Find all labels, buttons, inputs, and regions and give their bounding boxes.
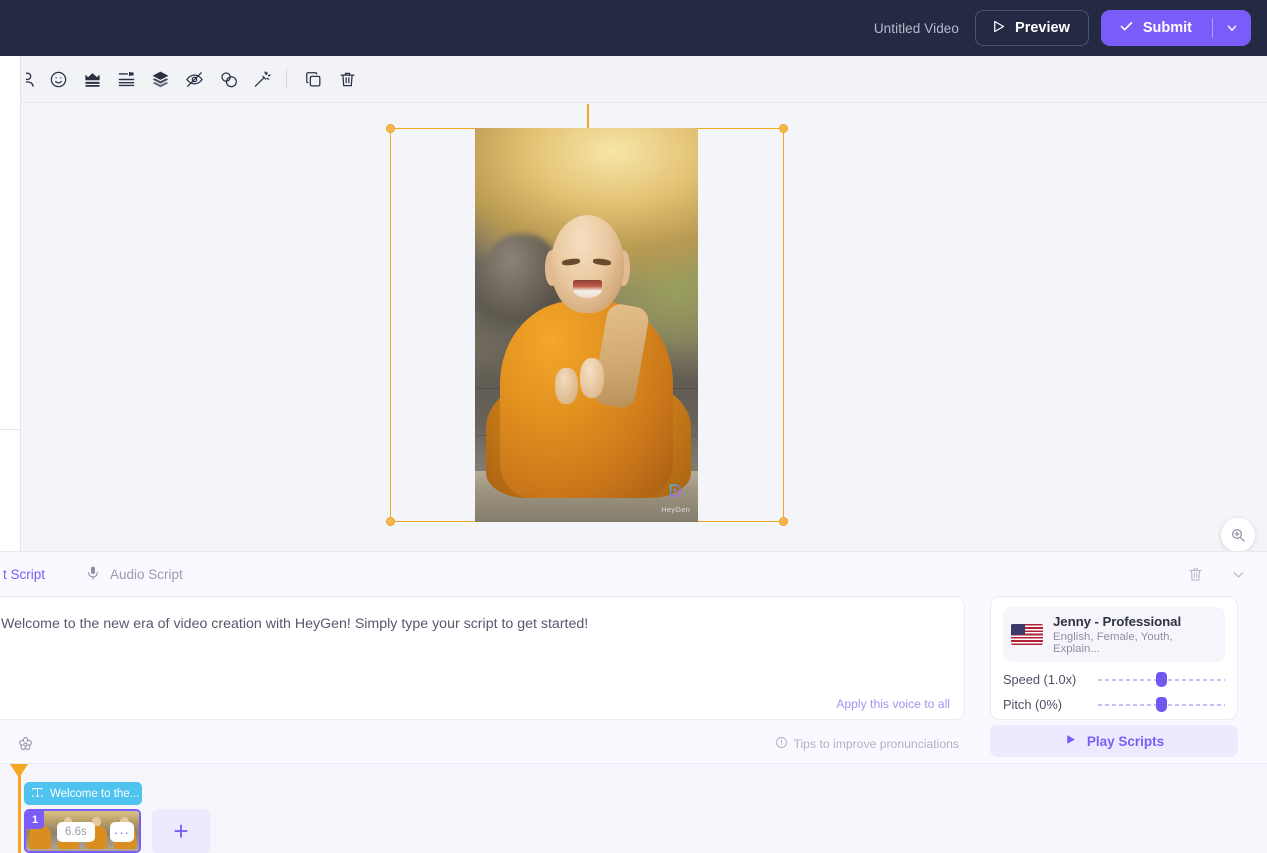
collapse-chevron-down-icon[interactable] bbox=[1230, 566, 1247, 583]
hand-left bbox=[555, 368, 577, 403]
magic-wand-icon[interactable] bbox=[246, 63, 278, 95]
submit-button-main[interactable]: Submit bbox=[1101, 10, 1212, 46]
voice-meta: English, Female, Youth, Explain... bbox=[1053, 631, 1217, 655]
ai-assistant-icon[interactable] bbox=[16, 735, 35, 754]
timeline-panel[interactable]: Welcome to the... 1 6.6s ··· + bbox=[0, 763, 1267, 853]
play-scripts-button[interactable]: Play Scripts bbox=[990, 725, 1238, 757]
mouth bbox=[573, 280, 602, 298]
us-flag-icon bbox=[1011, 624, 1043, 645]
pitch-label: Pitch (0%) bbox=[1003, 697, 1098, 712]
submit-button[interactable]: Submit bbox=[1101, 10, 1251, 46]
scene-duration-badge: 6.6s bbox=[57, 822, 95, 842]
speed-slider[interactable] bbox=[1098, 673, 1225, 687]
submit-dropdown-button[interactable] bbox=[1213, 10, 1251, 46]
emoji-icon[interactable] bbox=[42, 63, 74, 95]
top-bar: Untitled Video Preview Submit bbox=[0, 0, 1267, 56]
play-scripts-label: Play Scripts bbox=[1087, 734, 1164, 749]
script-text[interactable]: Welcome to the new era of video creation… bbox=[1, 614, 950, 635]
heygen-logo-icon bbox=[667, 482, 684, 504]
resize-handle-top-left[interactable] bbox=[386, 124, 395, 133]
microphone-icon bbox=[85, 565, 101, 584]
heygen-watermark: HeyGen bbox=[661, 482, 690, 514]
selected-voice-row[interactable]: Jenny - Professional English, Female, Yo… bbox=[1003, 607, 1225, 662]
trash-icon[interactable] bbox=[1187, 566, 1204, 583]
pitch-slider[interactable] bbox=[1098, 698, 1225, 712]
left-panel-sliver bbox=[0, 56, 21, 551]
duplicate-icon[interactable] bbox=[297, 63, 329, 95]
heygen-watermark-label: HeyGen bbox=[661, 505, 690, 514]
timeline-text-clip-label: Welcome to the... bbox=[50, 788, 139, 800]
hide-eye-icon[interactable] bbox=[178, 63, 210, 95]
align-icon[interactable] bbox=[110, 63, 142, 95]
submit-button-label: Submit bbox=[1143, 20, 1192, 36]
editor-canvas[interactable]: HeyGen bbox=[0, 103, 1267, 551]
script-footer: Tips to improve pronunciations bbox=[0, 724, 975, 764]
play-outline-icon bbox=[991, 19, 1006, 38]
timeline-scene-1[interactable]: 1 6.6s ··· bbox=[24, 809, 141, 853]
play-icon bbox=[1064, 733, 1077, 749]
speed-slider-thumb[interactable] bbox=[1156, 672, 1167, 687]
timeline-playhead[interactable] bbox=[18, 764, 21, 853]
tips-pronunciations-link[interactable]: Tips to improve pronunciations bbox=[775, 736, 959, 752]
script-input-card[interactable]: Welcome to the new era of video creation… bbox=[0, 596, 965, 720]
hand-right bbox=[580, 358, 605, 397]
delete-icon[interactable] bbox=[331, 63, 363, 95]
crown-avatar-icon[interactable] bbox=[76, 63, 108, 95]
voice-settings-panel: Jenny - Professional English, Female, Yo… bbox=[990, 596, 1238, 720]
speed-slider-row: Speed (1.0x) bbox=[1003, 672, 1225, 687]
avatar-partial-icon[interactable] bbox=[26, 63, 40, 95]
script-tabs: t Script Audio Script bbox=[0, 552, 1267, 596]
toolbar-divider bbox=[286, 69, 287, 89]
timeline-text-clip[interactable]: Welcome to the... bbox=[24, 782, 142, 805]
resize-handle-top-right[interactable] bbox=[779, 124, 788, 133]
shapes-icon[interactable] bbox=[212, 63, 244, 95]
add-scene-button[interactable]: + bbox=[152, 809, 210, 853]
script-actions bbox=[1187, 552, 1247, 596]
robe-upper bbox=[500, 301, 674, 498]
tab-audio-script[interactable]: Audio Script bbox=[73, 552, 195, 596]
document-title[interactable]: Untitled Video bbox=[874, 21, 959, 36]
scene-more-menu-button[interactable]: ··· bbox=[110, 822, 134, 842]
resize-handle-bottom-right[interactable] bbox=[779, 517, 788, 526]
info-icon bbox=[775, 736, 788, 752]
left-panel-divider bbox=[0, 429, 21, 430]
tab-text-script-label: t Script bbox=[3, 567, 45, 582]
zoom-in-icon[interactable] bbox=[1221, 518, 1255, 552]
speed-label: Speed (1.0x) bbox=[1003, 672, 1098, 687]
rotate-handle[interactable] bbox=[587, 104, 589, 128]
voice-name: Jenny - Professional bbox=[1053, 614, 1217, 629]
canvas-toolbar bbox=[0, 56, 1267, 103]
layers-icon[interactable] bbox=[144, 63, 176, 95]
check-icon bbox=[1119, 19, 1134, 38]
tab-text-script[interactable]: t Script bbox=[0, 552, 57, 596]
tab-audio-script-label: Audio Script bbox=[110, 567, 183, 582]
avatar-video-preview[interactable]: HeyGen bbox=[475, 128, 698, 522]
pitch-slider-row: Pitch (0%) bbox=[1003, 697, 1225, 712]
preview-button[interactable]: Preview bbox=[975, 10, 1089, 46]
resize-handle-bottom-left[interactable] bbox=[386, 517, 395, 526]
text-box-icon bbox=[31, 786, 44, 802]
pitch-slider-thumb[interactable] bbox=[1156, 697, 1167, 712]
scene-number-badge: 1 bbox=[26, 811, 44, 829]
preview-button-label: Preview bbox=[1015, 20, 1070, 36]
tips-label: Tips to improve pronunciations bbox=[793, 737, 959, 751]
apply-voice-to-all-link[interactable]: Apply this voice to all bbox=[836, 697, 950, 711]
selected-element-stage[interactable]: HeyGen bbox=[390, 128, 784, 522]
